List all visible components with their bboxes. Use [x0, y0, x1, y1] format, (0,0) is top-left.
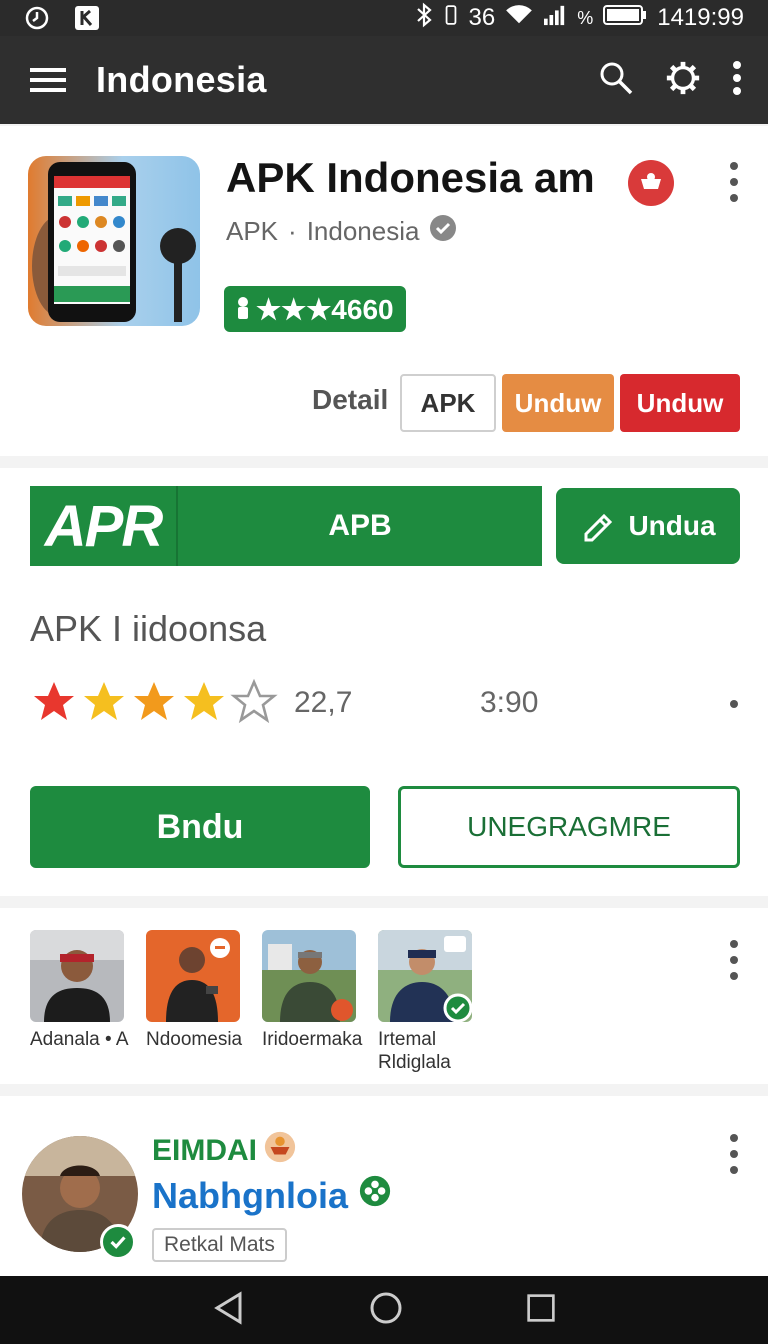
menu-button[interactable]	[0, 36, 96, 124]
app-subtitle: APK · Indonesia	[226, 214, 457, 249]
person-photo	[146, 930, 240, 1022]
banner-logo: APR	[30, 486, 178, 566]
verified-region-icon	[429, 214, 457, 249]
app-icon[interactable]	[28, 156, 200, 326]
person-item[interactable]: Adanala • A	[30, 930, 129, 1074]
home-button[interactable]	[369, 1291, 403, 1330]
star-icon	[34, 682, 74, 720]
star-rating	[30, 678, 278, 726]
person-item[interactable]: Ndoomesia	[146, 930, 242, 1074]
person-icon	[238, 297, 248, 319]
person-item[interactable]: Iridoermaka	[262, 930, 362, 1074]
more-vert-icon	[733, 60, 741, 95]
profile-card: EIMDAI Nabhgnloia Retkal Mats	[0, 1096, 768, 1276]
overflow-menu-button[interactable]	[732, 60, 742, 101]
flower-badge-icon	[358, 1174, 392, 1217]
profile-card-more-button[interactable]	[724, 1134, 744, 1174]
back-triangle-icon	[213, 1290, 242, 1325]
app-name: APK I iidoonsa	[30, 608, 267, 649]
screen: 36 % 1419:99 Indonesia APK Indonesia am …	[0, 0, 768, 1344]
subtitle-separator: ·	[288, 216, 297, 246]
review-count: 22,7	[294, 686, 353, 719]
app-bar: Indonesia	[0, 36, 768, 124]
recents-square-icon	[527, 1293, 555, 1322]
rating-badge: ★★★4660	[224, 286, 406, 332]
home-circle-icon	[370, 1292, 402, 1323]
detail-link[interactable]: Detail	[312, 384, 388, 416]
hamburger-icon	[30, 68, 66, 92]
profile-tag[interactable]: Retkal Mats	[152, 1228, 287, 1262]
system-nav-bar	[0, 1276, 768, 1344]
primary-download-button[interactable]: Bndu	[30, 786, 370, 868]
app-card-more-button[interactable]	[724, 162, 744, 202]
verified-check-icon	[100, 1224, 136, 1260]
recents-button[interactable]	[526, 1293, 556, 1328]
search-button[interactable]	[598, 60, 634, 101]
star-empty-icon	[230, 678, 278, 724]
people-list: Adanala • A Ndoomesia Iridoermaka Irtema…	[30, 930, 472, 1074]
upgrade-button[interactable]: UNEGRAGMRE	[398, 786, 740, 868]
star-icon	[84, 682, 124, 720]
download-card: APR APB Undua APK I iidoonsa 22,7 3:90 B…	[0, 468, 768, 896]
emoji-badge-icon	[263, 1130, 297, 1172]
wifi-icon	[505, 4, 533, 33]
alarm-icon	[24, 5, 50, 31]
status-bar: 36 % 1419:99	[0, 0, 768, 36]
vibrate-icon	[443, 3, 459, 34]
person-photo	[262, 930, 356, 1022]
app-notification-icon	[74, 5, 100, 31]
profile-name[interactable]: Nabhgnloia	[152, 1174, 392, 1217]
unduh-button-label: Undua	[628, 510, 716, 541]
gear-icon	[666, 61, 700, 94]
edit-icon	[584, 513, 613, 542]
app-info-card: APK Indonesia am APK · Indonesia ★★★4660…	[0, 126, 768, 456]
rating-text: ★★★4660	[256, 293, 394, 325]
unduh-red-button[interactable]: Unduw	[620, 374, 740, 432]
unduh-orange-button[interactable]: Unduw	[502, 374, 614, 432]
battery-icon	[603, 3, 647, 34]
person-photo	[378, 930, 472, 1022]
battery-label: %	[577, 7, 594, 28]
back-button[interactable]	[212, 1290, 246, 1330]
network-type: 36	[468, 4, 496, 31]
profile-handle: EIMDAI	[152, 1130, 297, 1172]
meta-separator-dot	[730, 700, 738, 708]
bluetooth-icon	[415, 2, 433, 35]
person-label: Ndoomesia	[146, 1029, 243, 1050]
signal-icon	[543, 4, 567, 33]
star-icon	[184, 682, 224, 720]
app-bar-title: Indonesia	[96, 59, 267, 100]
clock: 1419:99	[657, 4, 744, 31]
subtitle-region: Indonesia	[306, 216, 420, 246]
subtitle-category: APK	[226, 216, 279, 246]
person-label: Adanala • A	[30, 1029, 129, 1050]
app-size: 3:90	[480, 686, 539, 719]
profile-handle-text: EIMDAI	[152, 1134, 257, 1167]
apk-button[interactable]: APK	[400, 374, 496, 432]
search-icon	[600, 62, 633, 94]
people-card: Adanala • A Ndoomesia Iridoermaka Irtema…	[0, 908, 768, 1084]
publisher-badge-icon	[628, 160, 674, 206]
apk-banner[interactable]: APR APB	[30, 486, 542, 566]
people-card-more-button[interactable]	[724, 940, 744, 980]
person-label: Iridoermaka	[262, 1029, 363, 1050]
profile-name-text: Nabhgnloia	[152, 1174, 348, 1216]
app-title: APK Indonesia am	[226, 154, 595, 201]
banner-text: APB	[328, 509, 392, 542]
star-icon	[134, 682, 174, 720]
unduh-button[interactable]: Undua	[556, 488, 740, 564]
settings-button[interactable]	[664, 59, 702, 102]
person-photo	[30, 930, 124, 1022]
person-label: Irtemal Rldiglala	[378, 1029, 451, 1073]
person-item[interactable]: Irtemal Rldiglala	[378, 930, 472, 1074]
